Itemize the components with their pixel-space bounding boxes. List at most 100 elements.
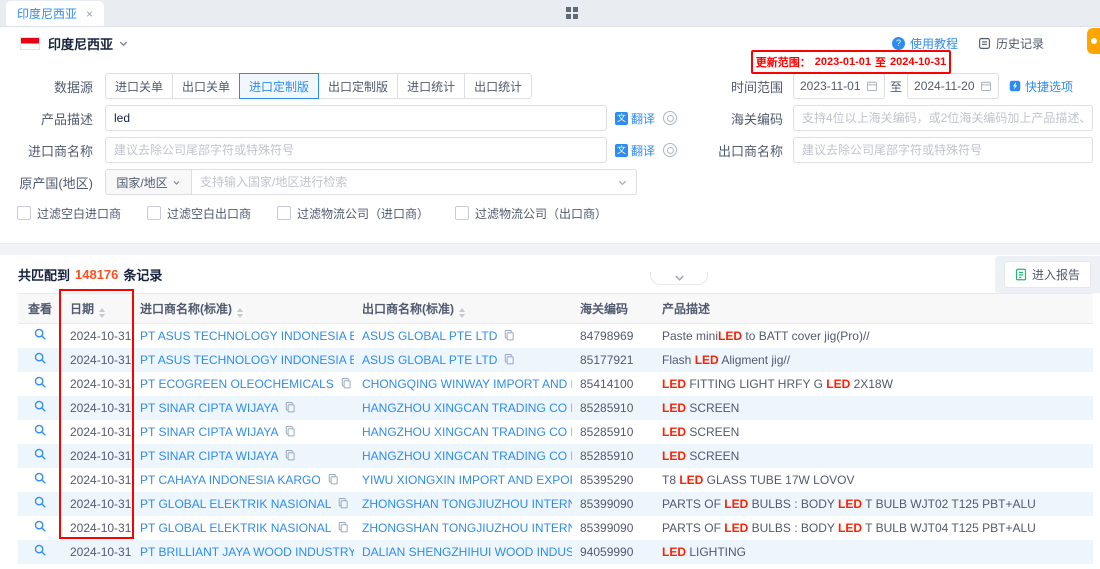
form-row-product: 产品描述 翻译 海关编码: [0, 105, 1100, 131]
layout-grid-icon[interactable]: [566, 7, 578, 19]
importer-name-input[interactable]: [105, 137, 607, 163]
view-icon[interactable]: [33, 327, 47, 341]
collapse-form-handle[interactable]: [650, 272, 708, 285]
sort-date-icon[interactable]: [99, 308, 105, 318]
row-product-desc: LED SCREEN: [654, 420, 1093, 444]
filter-blank-exporter[interactable]: 过滤空白出口商: [147, 205, 251, 222]
quick-options-icon: [1009, 80, 1021, 92]
view-icon[interactable]: [33, 543, 47, 557]
row-hs-code: 85399090: [572, 492, 654, 516]
importer-link[interactable]: PT SINAR CIPTA WIJAYA: [140, 449, 278, 463]
report-label: 进入报告: [1032, 266, 1080, 283]
importer-link[interactable]: PT ASUS TECHNOLOGY INDONESIA BA...: [140, 353, 354, 367]
tab-import-stats[interactable]: 进口统计: [397, 73, 465, 99]
exporter-link[interactable]: ASUS GLOBAL PTE LTD: [362, 329, 497, 343]
importer-link[interactable]: PT GLOBAL ELEKTRIK NASIONAL: [140, 521, 331, 535]
product-desc-input[interactable]: [105, 105, 607, 131]
view-icon[interactable]: [33, 519, 47, 533]
view-icon[interactable]: [33, 351, 47, 365]
translate-button[interactable]: 翻译: [615, 110, 655, 127]
start-date-picker[interactable]: 2023-11-01: [793, 73, 885, 99]
importer-link[interactable]: PT SINAR CIPTA WIJAYA: [140, 425, 278, 439]
hs-code-input[interactable]: [793, 105, 1093, 131]
exporter-link[interactable]: ZHONGSHAN TONGJIUZHOU INTERNA...: [362, 497, 572, 511]
results-count: 148176: [75, 267, 118, 282]
copy-icon[interactable]: [284, 449, 296, 461]
copy-icon[interactable]: [284, 401, 296, 413]
copy-icon[interactable]: [337, 521, 349, 533]
row-date: 2024-10-31: [62, 420, 132, 444]
question-icon: [892, 37, 905, 50]
tab-export-stats[interactable]: 出口统计: [464, 73, 532, 99]
checkbox-icon[interactable]: [17, 206, 31, 220]
row-hs-code: 85285910: [572, 396, 654, 420]
tab-export-bills[interactable]: 出口关单: [172, 73, 240, 99]
chevron-down-icon[interactable]: [118, 38, 129, 49]
exporter-link[interactable]: HANGZHOU XINGCAN TRADING CO LTD: [362, 425, 572, 439]
column-date: 日期: [70, 302, 94, 316]
tab-export-custom[interactable]: 出口定制版: [318, 73, 398, 99]
exporter-name-input[interactable]: [793, 137, 1093, 163]
history-button[interactable]: 历史记录: [978, 35, 1044, 52]
quick-options-link[interactable]: 快捷选项: [1009, 78, 1073, 95]
column-exporter: 出口商名称(标准): [362, 302, 454, 316]
copy-icon[interactable]: [284, 425, 296, 437]
view-icon[interactable]: [33, 471, 47, 485]
view-icon[interactable]: [33, 495, 47, 509]
sort-exporter-icon[interactable]: [459, 308, 465, 318]
checkbox-icon[interactable]: [277, 206, 291, 220]
importer-link[interactable]: PT ECOGREEN OLEOCHEMICALS: [140, 377, 334, 391]
hs-code-label: 海关编码: [715, 109, 793, 128]
row-hs-code: 85177921: [572, 348, 654, 372]
tab-import-custom[interactable]: 进口定制版: [239, 73, 319, 99]
browser-tab-bar: 印度尼西亚 ×: [0, 0, 1100, 27]
row-date: 2024-10-31: [62, 444, 132, 468]
copy-icon[interactable]: [327, 473, 339, 485]
view-icon[interactable]: [33, 423, 47, 437]
checkbox-icon[interactable]: [455, 206, 469, 220]
copy-icon[interactable]: [503, 329, 515, 341]
tab-indonesia[interactable]: 印度尼西亚 ×: [6, 1, 104, 26]
translate-button[interactable]: 翻译: [615, 142, 655, 159]
filter-logistics-importer[interactable]: 过滤物流公司（进口商）: [277, 205, 429, 222]
sort-importer-icon[interactable]: [237, 308, 243, 318]
origin-type-select[interactable]: 国家/地区: [106, 170, 192, 194]
tab-close-icon[interactable]: ×: [86, 7, 93, 21]
table-row: 2024-10-31PT GLOBAL ELEKTRIK NASIONALZHO…: [18, 516, 1093, 540]
tab-label: 印度尼西亚: [17, 5, 77, 22]
match-mode-icon[interactable]: [663, 143, 677, 157]
importer-link[interactable]: PT ASUS TECHNOLOGY INDONESIA BA...: [140, 329, 354, 343]
tutorial-button[interactable]: 使用教程: [892, 35, 958, 52]
match-mode-icon[interactable]: [663, 111, 677, 125]
country-name[interactable]: 印度尼西亚: [48, 34, 113, 53]
importer-link[interactable]: PT SINAR CIPTA WIJAYA: [140, 401, 278, 415]
table-row: 2024-10-31 PT SINAR CIPTA WIJAYA HANGZHOU …: [18, 444, 1093, 468]
tab-import-bills[interactable]: 进口关单: [105, 73, 173, 99]
copy-icon[interactable]: [503, 353, 515, 365]
importer-link[interactable]: PT CAHAYA INDONESIA KARGO: [140, 473, 321, 487]
exporter-link[interactable]: HANGZHOU XINGCAN TRADING CO LTD: [362, 449, 572, 463]
importer-link[interactable]: PT BRILLIANT JAYA WOOD INDUSTRY: [140, 545, 354, 559]
checkbox-icon[interactable]: [147, 206, 161, 220]
filter-logistics-exporter[interactable]: 过滤物流公司（出口商）: [455, 205, 607, 222]
origin-select: 国家/地区: [105, 169, 637, 195]
floating-widget[interactable]: [1087, 28, 1100, 54]
exporter-link[interactable]: ZHONGSHAN TONGJIUZHOU INTERNA...: [362, 521, 572, 535]
enter-report-button[interactable]: 进入报告: [1004, 261, 1091, 288]
chevron-down-icon[interactable]: [617, 177, 636, 188]
exporter-link[interactable]: ASUS GLOBAL PTE LTD: [362, 353, 497, 367]
view-icon[interactable]: [33, 375, 47, 389]
copy-icon[interactable]: [340, 377, 352, 389]
origin-search-input[interactable]: [192, 170, 617, 194]
view-icon[interactable]: [33, 399, 47, 413]
copy-icon[interactable]: [337, 497, 349, 509]
end-date-picker[interactable]: 2024-11-20: [907, 73, 999, 99]
table-row: 2024-10-31PT CAHAYA INDONESIA KARGOYIWU …: [18, 468, 1093, 492]
exporter-link[interactable]: YIWU XIONGXIN IMPORT AND EXPORT...: [362, 473, 572, 487]
view-icon[interactable]: [33, 447, 47, 461]
exporter-link[interactable]: DALIAN SHENGZHIHUI WOOD INDUST...: [362, 545, 572, 559]
exporter-link[interactable]: HANGZHOU XINGCAN TRADING CO LTD: [362, 401, 572, 415]
filter-blank-importer[interactable]: 过滤空白进口商: [17, 205, 121, 222]
exporter-link[interactable]: CHONGQING WINWAY IMPORT AND E...: [362, 377, 572, 391]
importer-link[interactable]: PT GLOBAL ELEKTRIK NASIONAL: [140, 497, 331, 511]
